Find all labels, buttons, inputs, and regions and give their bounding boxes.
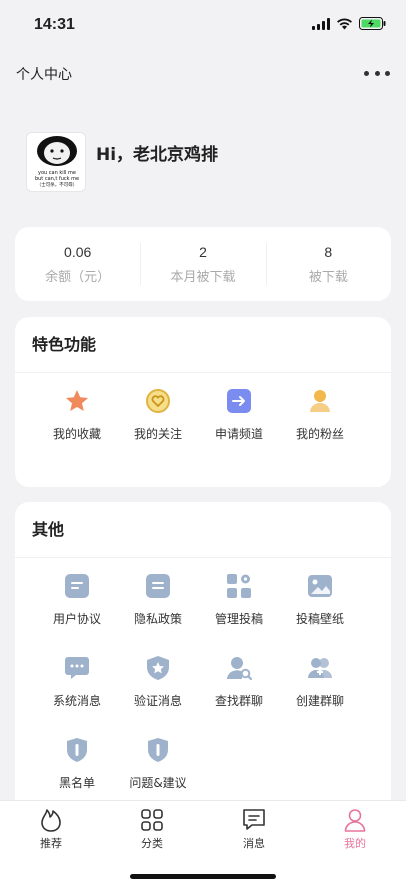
other-label: 用户协议 [52, 612, 101, 626]
other-blacklist[interactable]: 黑名单 [30, 736, 124, 791]
other-create-group[interactable]: 创建群聊 [273, 654, 367, 709]
other-label: 系统消息 [52, 694, 101, 708]
status-time: 14:31 [34, 16, 75, 33]
other-label: 投稿壁纸 [295, 612, 344, 626]
other-submit-wallpaper[interactable]: 投稿壁纸 [273, 572, 367, 627]
feature-following[interactable]: 我的关注 [111, 387, 205, 442]
other-label: 隐私政策 [133, 612, 182, 626]
signal-icon [312, 17, 330, 30]
panda-meme-icon: you can kill me but can,t fuck me （士可杀，不… [27, 133, 85, 191]
stats-card: 0.06 余额（元） 2 本月被下载 8 被下载 [15, 227, 391, 301]
profile-section: you can kill me but can,t fuck me （士可杀，不… [26, 132, 218, 192]
stat-value: 8 [324, 243, 333, 260]
heart-coin-icon [144, 387, 172, 415]
feature-label: 我的收藏 [52, 427, 101, 441]
stat-monthly-downloads[interactable]: 2 本月被下载 [140, 227, 265, 301]
tab-recommend[interactable]: 推荐 [16, 807, 86, 851]
page-title: 个人中心 [16, 67, 72, 83]
other-system-messages[interactable]: 系统消息 [30, 654, 124, 709]
document-icon [63, 572, 91, 600]
stat-label: 余额（元） [45, 269, 111, 285]
avatar-caption-2: but can,t fuck me [35, 176, 79, 182]
feature-label: 申请频道 [214, 427, 263, 441]
section-title: 特色功能 [15, 317, 391, 373]
other-label: 查找群聊 [214, 694, 263, 708]
feedback-icon [144, 736, 172, 764]
group-add-icon [306, 654, 334, 682]
other-verification-messages[interactable]: 验证消息 [111, 654, 205, 709]
other-card: 其他 用户协议 隐私政策 管理投稿 投稿壁纸 系统消息 验证消息 查找群聊 创建… [15, 502, 391, 832]
image-icon [306, 572, 334, 600]
section-title: 其他 [15, 502, 391, 558]
stat-label: 被下载 [308, 269, 348, 285]
other-feedback[interactable]: 问题&建议 [111, 736, 205, 791]
stat-value: 0.06 [64, 243, 92, 260]
greeting-text: Hi，老北京鸡排 [96, 145, 219, 165]
other-privacy-policy[interactable]: 隐私政策 [111, 572, 205, 627]
stat-balance[interactable]: 0.06 余额（元） [15, 227, 140, 301]
user-icon [306, 387, 334, 415]
document-icon [144, 572, 172, 600]
tab-messages[interactable]: 消息 [219, 807, 289, 851]
category-icon [141, 809, 163, 831]
shield-star-icon [144, 654, 172, 682]
chat-icon [243, 809, 265, 830]
tab-category[interactable]: 分类 [117, 807, 187, 851]
other-label: 黑名单 [58, 776, 95, 790]
stat-value: 2 [199, 243, 207, 260]
nav-bar: 个人中心 [0, 52, 406, 96]
other-label: 验证消息 [133, 694, 182, 708]
block-icon [63, 736, 91, 764]
battery-icon [359, 17, 386, 30]
status-bar: 14:31 [0, 0, 406, 52]
other-label: 创建群聊 [295, 694, 344, 708]
feature-apply-channel[interactable]: 申请频道 [192, 387, 286, 442]
other-user-agreement[interactable]: 用户协议 [30, 572, 124, 627]
user-search-icon [225, 654, 253, 682]
message-icon [63, 654, 91, 682]
status-icons [312, 17, 386, 30]
avatar-caption-3: （士可杀，不可辱） [37, 181, 78, 188]
home-indicator [130, 874, 276, 879]
person-icon [344, 809, 366, 832]
other-label: 管理投稿 [214, 612, 263, 626]
features-card: 特色功能 我的收藏 我的关注 申请频道 我的粉丝 [15, 317, 391, 487]
tab-label: 推荐 [40, 837, 62, 850]
flame-icon [41, 809, 61, 832]
feature-label: 我的粉丝 [295, 427, 344, 441]
star-icon [63, 387, 91, 415]
feature-fans[interactable]: 我的粉丝 [273, 387, 367, 442]
other-manage-submissions[interactable]: 管理投稿 [192, 572, 286, 627]
grid-gear-icon [225, 572, 253, 600]
tab-mine[interactable]: 我的 [320, 807, 390, 851]
more-icon[interactable] [364, 62, 390, 84]
stat-label: 本月被下载 [170, 269, 236, 285]
stat-total-downloads[interactable]: 8 被下载 [265, 227, 391, 301]
feature-favorites[interactable]: 我的收藏 [30, 387, 124, 442]
other-find-group[interactable]: 查找群聊 [192, 654, 286, 709]
other-label: 问题&建议 [129, 776, 187, 790]
feature-label: 我的关注 [133, 427, 182, 441]
tab-label: 消息 [243, 837, 265, 850]
tab-label: 我的 [344, 837, 366, 850]
tab-label: 分类 [141, 837, 163, 850]
avatar[interactable]: you can kill me but can,t fuck me （士可杀，不… [26, 132, 86, 192]
wifi-icon [337, 17, 352, 29]
arrow-right-box-icon [225, 387, 253, 415]
